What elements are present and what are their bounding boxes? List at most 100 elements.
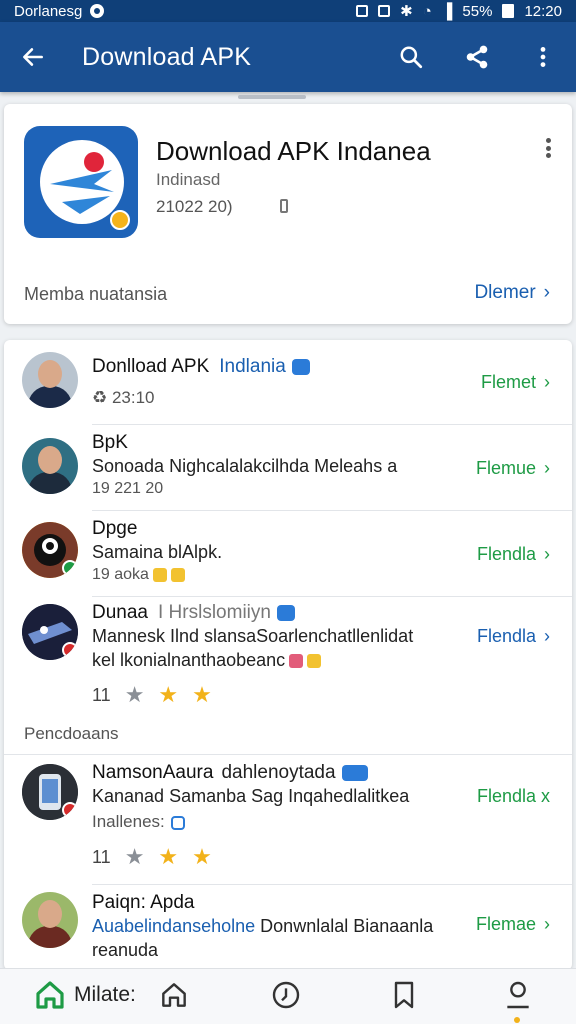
search-icon[interactable] [396,42,426,72]
list-item-action[interactable]: Flemue › [476,458,550,479]
clock: 12:20 [524,2,562,20]
list-item-action[interactable]: Flemae › [476,914,550,935]
list-item-meta: Inallenes: [92,812,185,832]
download-list: Donlload APK Indlania ♻ 23:10 Flemet › BpK… [4,340,572,970]
list-item[interactable]: BpK Sonoada Nighcalalakcilhda Meleahs a … [4,430,572,510]
history-icon [272,981,300,1009]
bookmark-icon [394,981,414,1009]
star-icon: ★ [158,844,179,869]
app-bar: Download APK [0,22,576,92]
verified-icon [291,358,310,375]
list-item-subtitle: Kananad Samanba Sag Inqahedlalitkea [92,786,410,806]
verified-icon [276,604,295,621]
card-footer-label: Memba nuatansia [24,284,168,304]
nav-indicator-dot [514,1017,520,1023]
overflow-menu-icon[interactable] [528,42,558,72]
avatar [22,764,78,820]
avatar [22,604,78,660]
avatar [22,522,78,578]
nav-history[interactable] [270,979,302,1011]
nav-home-outline[interactable] [158,979,190,1011]
app-logo-icon [24,126,138,238]
list-item-title: NamsonAaura dahlenoytada [92,762,368,784]
chevron-right-icon: › [544,626,550,646]
list-item-title-highlight: Indlania [219,356,286,377]
screenshot-icon [378,5,391,17]
home-outline-icon [162,983,186,1007]
list-item-title-muted: I Hrslslomiiyn [158,602,271,623]
list-item-action[interactable]: Flemet › [481,372,550,393]
card-footer-link[interactable]: Dlemer › [474,282,550,304]
bluetooth-icon: ✱ [400,3,413,20]
avatar [22,438,78,494]
back-arrow-icon[interactable] [18,42,48,72]
chevron-right-icon: › [544,372,550,392]
rating: 11 ★ ★ ★ [92,682,212,708]
list-item-subtitle: Samaina blAlpk. [92,542,223,562]
list-item-action[interactable]: Flendla › [477,626,550,647]
list-item[interactable]: NamsonAaura dahlenoytada Kananad Samanba … [4,762,572,882]
bottom-navigation: Milate: [0,968,576,1024]
section-label: Pencdoaans [24,724,119,743]
rating: 11 ★ ★ ★ [92,844,212,870]
list-item-subtitle: Mannesk Ilnd slansaSoarlenchatllenlidat [92,626,414,646]
list-item-meta: 19 aoka [92,566,185,584]
divider [92,884,572,885]
profile-icon [507,981,529,1009]
signal-icon: ▐ [441,2,453,20]
page-title: Download APK [82,42,252,71]
list-item[interactable]: Dunaa I Hrslslomiiyn Mannesk Ilnd slansaS… [4,602,572,722]
star-icon: ★ [192,844,212,869]
list-item-action[interactable]: Flendla x [477,786,550,807]
home-filled-icon [36,981,64,1009]
star-icon: ★ [158,682,179,707]
divider [4,754,572,755]
list-item-title: BpK [92,432,128,453]
list-item[interactable]: Donlload APK Indlania ♻ 23:10 Flemet › [4,350,572,424]
avatar [22,352,78,408]
list-item-subtitle-2: kel lkonialnanthaobeanc [92,650,322,671]
list-item-subtitle: Sonoada Nighcalalakcilhda Meleahs a [92,456,398,476]
divider [92,424,572,425]
rating-count: 11 [92,846,111,867]
rating-count: 11 [92,684,111,705]
list-item[interactable]: Paiqn: Apda Auabelindanseholne Donwnlala… [4,890,572,970]
list-item-action[interactable]: Flendla › [477,544,550,565]
list-item-title-muted: dahlenoytada [221,762,336,783]
file-icon [280,199,288,213]
list-item-subtitle-highlight: Auabelindanseholne [92,916,256,936]
app-header-card: Download APK Indanea Indinasd 21022 20) … [4,104,572,324]
avatar [22,892,78,948]
nav-profile[interactable] [502,979,534,1011]
location-icon [90,4,105,18]
list-item-title: Dunaa I Hrslslomiiyn [92,602,295,624]
star-icon: ★ [124,682,145,707]
battery-percent: 55% [462,2,493,20]
chevron-right-icon: › [544,544,550,564]
battery-icon [502,4,515,18]
divider [92,596,572,597]
list-item[interactable]: Dpge Samaina blAlpk. 19 aoka Flendla › [4,516,572,596]
nfc-icon [356,5,369,17]
share-icon[interactable] [462,42,492,72]
wifi-icon: ◔ [422,2,432,20]
divider [92,510,572,511]
carrier-label: Dorlanesg [14,2,83,20]
drag-handle[interactable] [238,95,306,99]
list-item-title: Donlload APK Indlania [92,356,310,378]
card-menu-icon[interactable] [546,138,552,158]
emoji-icon [170,567,185,582]
list-item-title: Dpge [92,518,138,539]
star-icon: ★ [124,844,145,869]
verified-icon [341,764,368,781]
emoji-icon [152,567,167,582]
list-item-meta: 19 221 20 [92,480,164,497]
app-name: Download APK Indanea [156,136,431,166]
star-icon: ★ [192,682,212,707]
nav-bookmarks[interactable] [388,979,420,1011]
nav-home[interactable]: Milate: [34,979,136,1011]
chevron-right-icon: › [543,282,550,303]
emoji-icon [289,654,304,669]
info-icon [170,815,185,830]
chevron-right-icon: › [544,914,550,934]
